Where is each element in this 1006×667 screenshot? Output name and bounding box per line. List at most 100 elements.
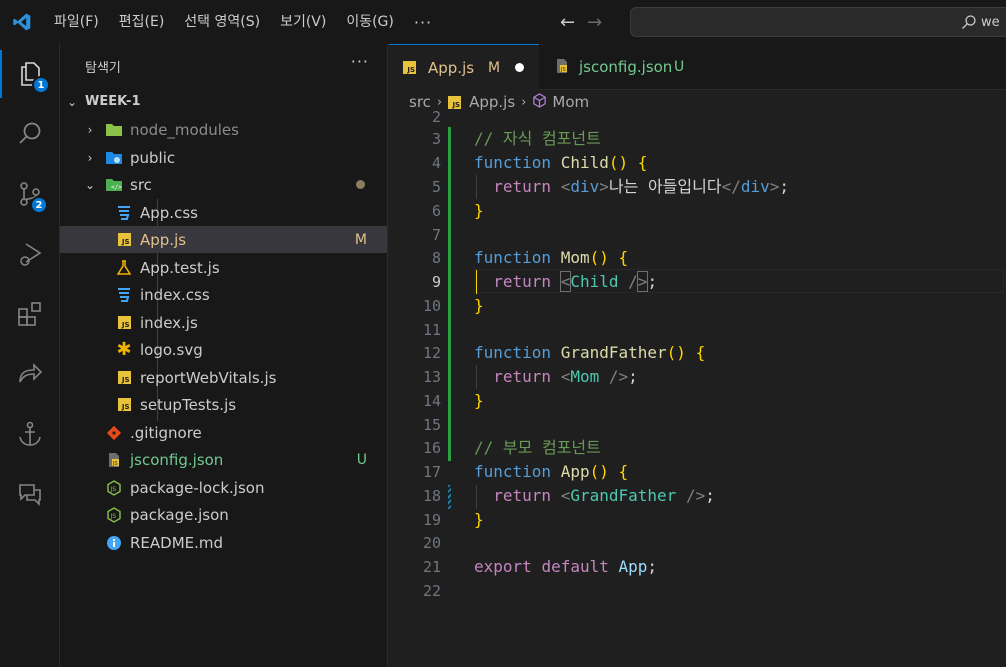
share-arrow-icon bbox=[19, 363, 43, 383]
anchor-button[interactable] bbox=[0, 410, 60, 458]
jsconfig-file-icon: JS bbox=[554, 58, 570, 78]
menu-view[interactable]: 보기(V) bbox=[270, 0, 336, 44]
tree-item-index-css[interactable]: index.css bbox=[60, 281, 387, 308]
search-view-button[interactable] bbox=[0, 110, 60, 158]
css-file-icon bbox=[115, 286, 133, 304]
extensions-button[interactable] bbox=[0, 290, 60, 338]
unsaved-dot-icon[interactable] bbox=[515, 63, 524, 72]
line-number: 15 bbox=[422, 416, 441, 434]
code-line: 21 export default App; bbox=[389, 555, 1006, 579]
tree-item-label: logo.svg bbox=[140, 340, 203, 359]
tree-item-src[interactable]: ⌄ </> src bbox=[60, 171, 387, 198]
code-line: 7 bbox=[389, 223, 1006, 247]
line-number: 12 bbox=[422, 344, 441, 362]
js-file-icon: JS bbox=[115, 396, 133, 414]
code-line-current: 9 return <Child />; bbox=[389, 270, 1006, 294]
keyword: default bbox=[541, 557, 609, 576]
tab-jsconfig-json[interactable]: JS jsconfig.json U bbox=[539, 44, 694, 90]
tree-item-package-lock-json[interactable]: JS package-lock.json bbox=[60, 474, 387, 501]
git-status-modified: M bbox=[354, 231, 367, 248]
tree-item-setuptests-js[interactable]: JS setupTests.js bbox=[60, 391, 387, 418]
jsconfig-file-icon: JS bbox=[105, 451, 123, 469]
menu-selection[interactable]: 선택 영역(S) bbox=[174, 0, 270, 44]
nodejs-hexagon-icon: JS bbox=[105, 506, 123, 524]
command-center-search[interactable]: we bbox=[630, 7, 1006, 37]
menu-more-button[interactable]: ··· bbox=[404, 13, 442, 32]
vscode-logo-icon bbox=[0, 0, 44, 44]
code-editor[interactable]: 2 3// 자식 컴포넌트 4 function Child() { 5 retu… bbox=[389, 108, 1006, 667]
tree-item-label: reportWebVitals.js bbox=[140, 368, 277, 387]
tree-item-app-css[interactable]: App.css bbox=[60, 199, 387, 226]
code-line: 15 bbox=[389, 413, 1006, 437]
identifier: App bbox=[618, 557, 648, 576]
nodejs-hexagon-icon: JS bbox=[105, 479, 123, 497]
folder-root[interactable]: ⌄ WEEK-1 bbox=[60, 88, 387, 115]
tree-item-package-json[interactable]: JS package.json bbox=[60, 501, 387, 528]
folder-node-icon bbox=[105, 121, 123, 139]
code-line: 5 return <div>나는 아들입니다</div>; bbox=[389, 175, 1006, 199]
chevron-down-icon: ⌄ bbox=[66, 94, 78, 109]
code-line: 12 function GrandFather() { bbox=[389, 341, 1006, 365]
tree-item-index-js[interactable]: JS index.js bbox=[60, 309, 387, 336]
keyword: export bbox=[474, 557, 532, 576]
menu-edit[interactable]: 편집(E) bbox=[109, 0, 175, 44]
search-icon bbox=[962, 15, 976, 29]
jsx-tag: div bbox=[570, 177, 600, 196]
svg-text:JS: JS bbox=[560, 67, 566, 73]
line-number: 11 bbox=[422, 321, 441, 339]
tab-app-js[interactable]: JS App.js M bbox=[389, 44, 539, 90]
scm-badge: 2 bbox=[30, 196, 48, 214]
menu-go[interactable]: 이동(G) bbox=[336, 0, 404, 44]
tree-item-app-test-js[interactable]: App.test.js bbox=[60, 254, 387, 281]
tree-item-app-js[interactable]: JS App.js M bbox=[60, 226, 387, 253]
line-number: 6 bbox=[431, 202, 441, 220]
comment: // 자식 컴포넌트 bbox=[474, 129, 601, 148]
tree-item-reportwebvitals-js[interactable]: JS reportWebVitals.js bbox=[60, 364, 387, 391]
tree-item-jsconfig-json[interactable]: JS jsconfig.json U bbox=[60, 446, 387, 473]
modified-dot-icon bbox=[356, 180, 365, 189]
line-number: 8 bbox=[431, 249, 441, 267]
svg-text:JS: JS bbox=[112, 461, 118, 467]
run-debug-button[interactable] bbox=[0, 230, 60, 278]
code-line: 4 function Child() { bbox=[389, 151, 1006, 175]
keyword: return bbox=[493, 177, 552, 196]
source-control-button[interactable]: 2 bbox=[0, 170, 60, 218]
jsx-component: Mom bbox=[570, 367, 600, 386]
menu-file[interactable]: 파일(F) bbox=[44, 0, 109, 44]
tree-item-readme-md[interactable]: README.md bbox=[60, 529, 387, 556]
tab-status: U bbox=[674, 59, 685, 75]
comments-button[interactable] bbox=[0, 470, 60, 518]
line-number: 17 bbox=[422, 463, 441, 481]
back-arrow-icon[interactable]: ← bbox=[560, 12, 575, 33]
remote-share-button[interactable] bbox=[0, 350, 60, 398]
code-line: 13 return <Mom />; bbox=[389, 365, 1006, 389]
explorer-sidebar: 탐색기 ··· ⌄ WEEK-1 › node_modules › public… bbox=[60, 44, 388, 667]
line-number: 14 bbox=[422, 392, 441, 410]
js-file-icon: JS bbox=[403, 61, 416, 74]
explorer-button[interactable]: 1 bbox=[0, 50, 60, 98]
line-number: 2 bbox=[431, 108, 441, 126]
explorer-more-button[interactable]: ··· bbox=[351, 52, 369, 71]
svg-text:</>: </> bbox=[111, 184, 122, 191]
css-file-icon bbox=[115, 204, 133, 222]
nav-arrows: ← → bbox=[560, 0, 602, 44]
folder-public-icon bbox=[105, 149, 123, 167]
tree-item-public[interactable]: › public bbox=[60, 144, 387, 171]
keyword: return bbox=[493, 486, 552, 505]
tree-item-label: App.js bbox=[140, 230, 187, 249]
code-line: 10} bbox=[389, 294, 1006, 318]
code-line: 11 bbox=[389, 318, 1006, 342]
line-number: 18 bbox=[422, 487, 441, 505]
keyword: function bbox=[474, 248, 552, 267]
line-number: 16 bbox=[422, 439, 441, 457]
js-file-icon: JS bbox=[115, 231, 133, 249]
tree-item-label: App.test.js bbox=[140, 258, 220, 277]
tree-item-node-modules[interactable]: › node_modules bbox=[60, 116, 387, 143]
svg-text:JS: JS bbox=[110, 486, 117, 493]
tree-item-logo-svg[interactable]: ✱ logo.svg bbox=[60, 336, 387, 363]
js-file-icon: JS bbox=[115, 314, 133, 332]
anchor-icon bbox=[19, 421, 41, 446]
code-line: 19} bbox=[389, 508, 1006, 532]
forward-arrow-icon[interactable]: → bbox=[587, 12, 602, 33]
tree-item-gitignore[interactable]: .gitignore bbox=[60, 419, 387, 446]
